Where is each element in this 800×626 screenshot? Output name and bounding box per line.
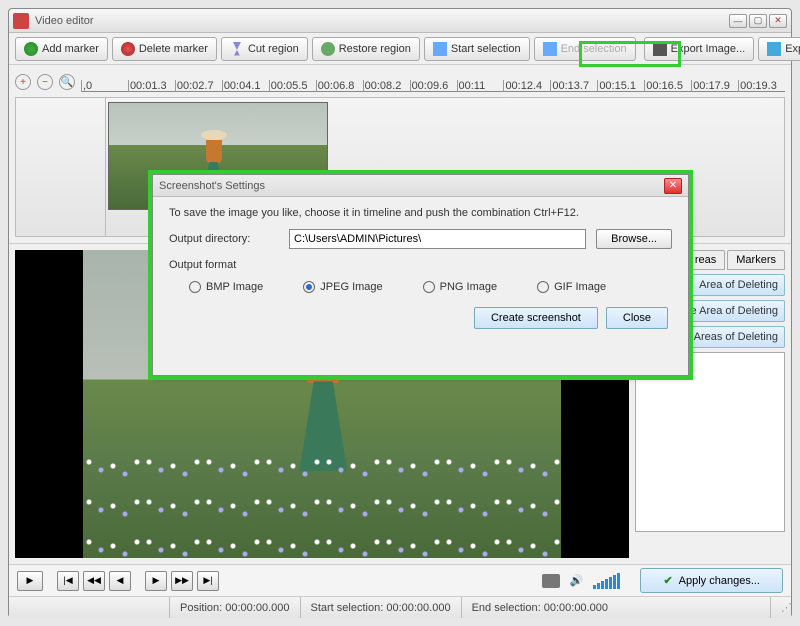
play-button[interactable]: ▶ xyxy=(17,571,43,591)
dialog-title: Screenshot's Settings xyxy=(159,180,664,192)
zoom-in-button[interactable]: + xyxy=(15,74,31,90)
export-audio-button[interactable]: Export Audio... xyxy=(758,37,800,61)
start-sel-icon xyxy=(433,42,447,56)
status-position: Position: 00:00:00.000 xyxy=(169,597,300,618)
dialog-close-action-button[interactable]: Close xyxy=(606,307,668,329)
statusbar: Position: 00:00:00.000 Start selection: … xyxy=(9,596,791,618)
step-fwd-button[interactable]: ▶ xyxy=(145,571,167,591)
add-marker-button[interactable]: Add marker xyxy=(15,37,108,61)
export-image-button[interactable]: Export Image... xyxy=(644,37,755,61)
titlebar: Video editor — ▢ ✕ xyxy=(9,9,791,33)
playback-controls: ▶ |◀ ◀◀ ◀ ▶ ▶▶ ▶| 🔊 ✔Apply changes... xyxy=(9,564,791,596)
status-end-sel: End selection: 00:00:00.000 xyxy=(461,597,770,618)
browse-button[interactable]: Browse... xyxy=(596,229,672,249)
app-icon xyxy=(13,13,29,29)
radio-png[interactable]: PNG Image xyxy=(423,281,497,293)
step-back-button[interactable]: ◀ xyxy=(109,571,131,591)
radio-gif[interactable]: GIF Image xyxy=(537,281,606,293)
format-radio-group: BMP Image JPEG Image PNG Image GIF Image xyxy=(189,281,672,293)
output-format-label: Output format xyxy=(169,259,672,271)
goto-end-button[interactable]: ▶| xyxy=(197,571,219,591)
goto-start-button[interactable]: |◀ xyxy=(57,571,79,591)
delete-marker-button[interactable]: Delete marker xyxy=(112,37,217,61)
export-audio-icon xyxy=(767,42,781,56)
radio-jpeg[interactable]: JPEG Image xyxy=(303,281,382,293)
volume-bars[interactable] xyxy=(593,573,620,589)
output-dir-label: Output directory: xyxy=(169,233,279,245)
tab-areas[interactable]: reas xyxy=(686,250,725,270)
cut-region-button[interactable]: Cut region xyxy=(221,37,308,61)
restore-region-button[interactable]: Restore region xyxy=(312,37,420,61)
dialog-close-button[interactable]: ✕ xyxy=(664,178,682,194)
track-header xyxy=(16,98,106,236)
status-start-sel: Start selection: 00:00:00.000 xyxy=(300,597,461,618)
check-icon: ✔ xyxy=(663,574,672,587)
end-selection-button: End selection xyxy=(534,37,636,61)
output-dir-input[interactable] xyxy=(289,229,586,249)
window-title: Video editor xyxy=(35,15,729,27)
zoom-out-button[interactable]: − xyxy=(37,74,53,90)
plus-icon xyxy=(24,42,38,56)
create-screenshot-button[interactable]: Create screenshot xyxy=(474,307,598,329)
restore-icon xyxy=(321,42,335,56)
speaker-icon[interactable]: 🔊 xyxy=(570,574,584,587)
tab-markers[interactable]: Markers xyxy=(727,250,785,270)
marker-list[interactable] xyxy=(635,352,785,532)
maximize-button[interactable]: ▢ xyxy=(749,14,767,28)
export-image-icon xyxy=(653,42,667,56)
toolbar: Add marker Delete marker Cut region Rest… xyxy=(9,33,791,65)
ffwd-button[interactable]: ▶▶ xyxy=(171,571,193,591)
resize-grip[interactable]: ⋰ xyxy=(770,597,791,618)
rewind-button[interactable]: ◀◀ xyxy=(83,571,105,591)
zoom-fit-button[interactable]: 🔍 xyxy=(59,74,75,90)
dialog-hint: To save the image you like, choose it in… xyxy=(169,207,672,219)
minus-icon xyxy=(121,42,135,56)
minimize-button[interactable]: — xyxy=(729,14,747,28)
radio-bmp[interactable]: BMP Image xyxy=(189,281,263,293)
close-button[interactable]: ✕ xyxy=(769,14,787,28)
timeline-ruler[interactable]: ,000:01.300:02.700:04.100:05.500:06.800:… xyxy=(81,72,785,92)
start-selection-button[interactable]: Start selection xyxy=(424,37,530,61)
snapshot-icon[interactable] xyxy=(542,574,560,588)
scissors-icon xyxy=(230,42,244,56)
dialog-titlebar: Screenshot's Settings ✕ xyxy=(153,175,688,197)
screenshot-settings-dialog: Screenshot's Settings ✕ To save the imag… xyxy=(152,174,689,376)
apply-changes-button[interactable]: ✔Apply changes... xyxy=(640,568,783,593)
end-sel-icon xyxy=(543,42,557,56)
